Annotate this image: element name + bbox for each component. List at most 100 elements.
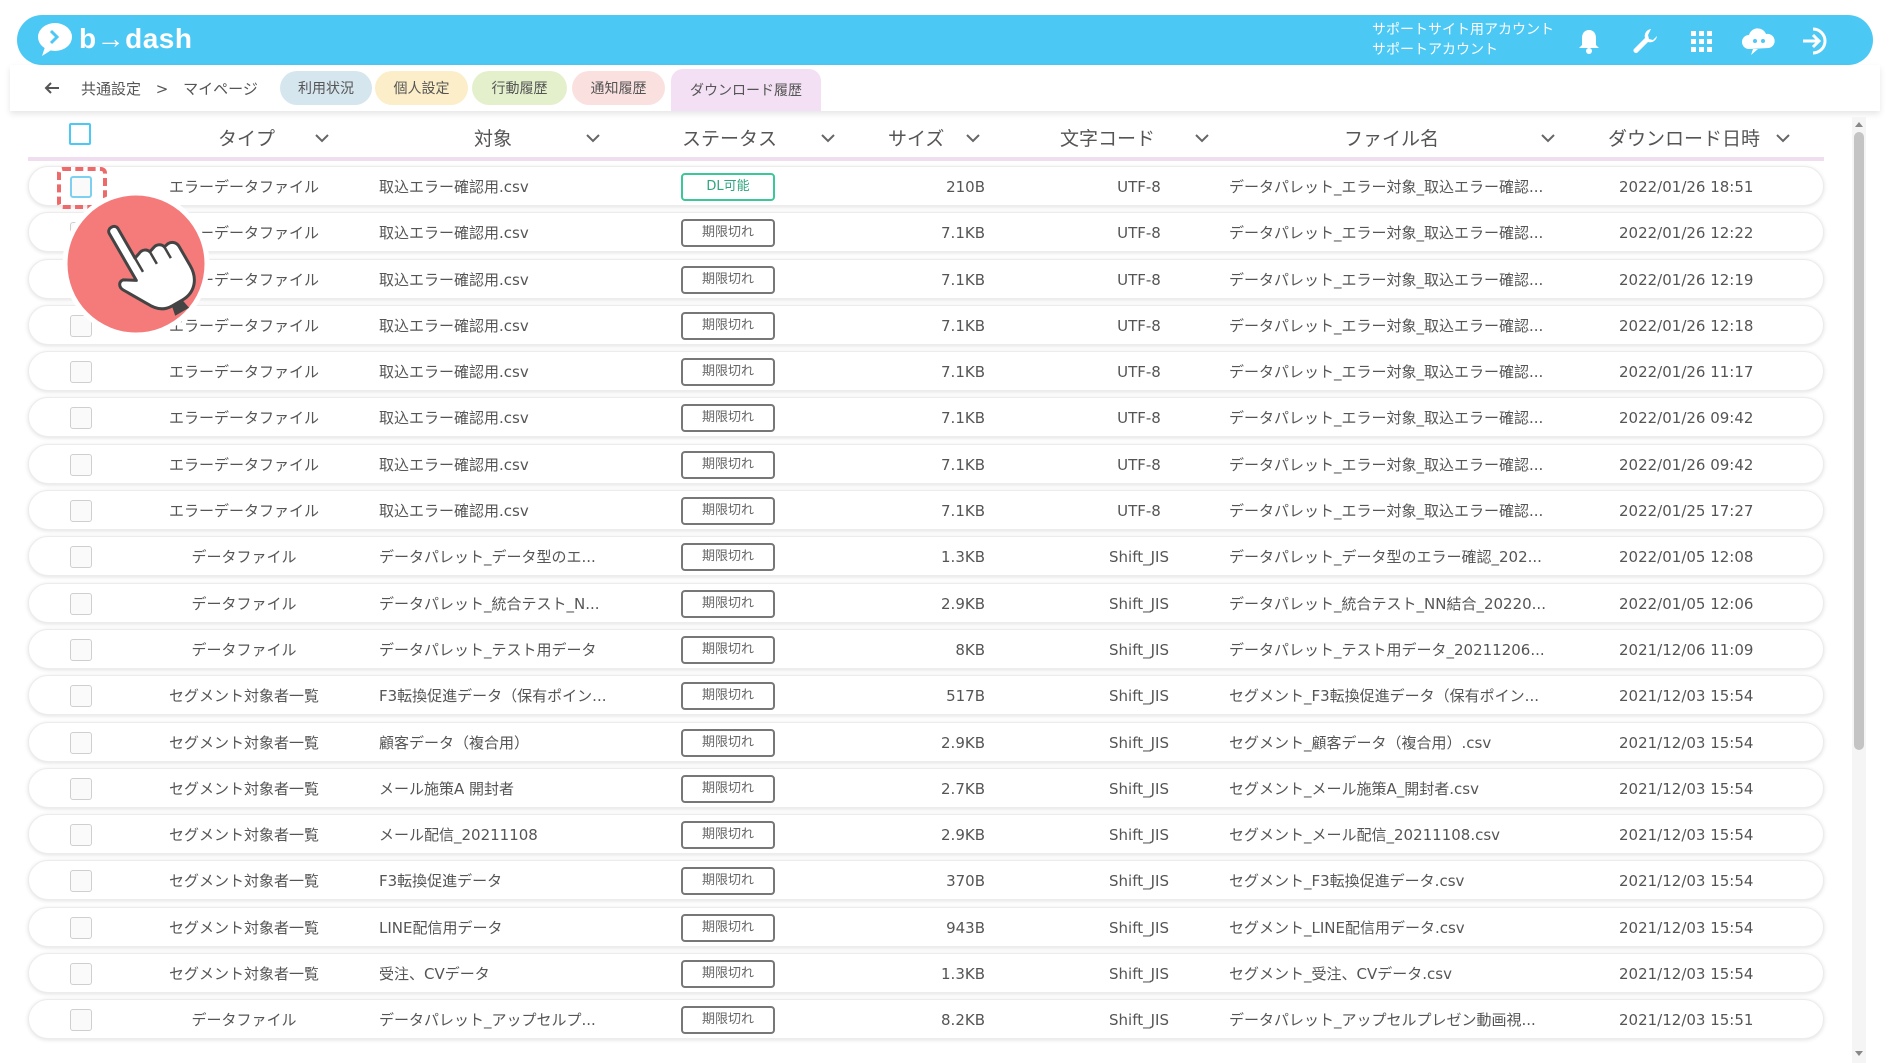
table-row[interactable]: セグメント対象者一覧 F3転換促進データ 期限切れ 370B Shift_JIS セグメン… [28, 860, 1824, 901]
row-checkbox[interactable] [70, 592, 92, 615]
cell-type: セグメント対象者一覧 [168, 918, 319, 937]
sub-header-bar: 共通設定 > マイページ 利用状況 個人設定 行動履歴 通知履歴 ダウンロード履歴 [10, 65, 1880, 111]
table-row[interactable]: エラーデータファイル 取込エラー確認用.csv 期限切れ 7.1KB UTF-8 データパ… [28, 212, 1824, 253]
cell-size: 7.1KB [941, 363, 985, 382]
status-badge: 期限切れ [681, 960, 775, 989]
column-label-status: ステータス [682, 128, 778, 150]
cell-date: 2021/12/06 11:09 [1619, 640, 1754, 659]
cell-encoding: UTF-8 [1117, 455, 1161, 474]
cell-target: 取込エラー確認用.csv [379, 363, 529, 382]
row-checkbox[interactable] [70, 500, 92, 523]
cell-size: 7.1KB [941, 409, 985, 428]
status-badge: 期限切れ [681, 635, 775, 664]
row-checkbox[interactable] [70, 731, 92, 754]
b-dash-logo[interactable]: b→dash [35, 21, 192, 57]
table-row[interactable]: データファイル データパレット_統合テスト_N... 期限切れ 2.9KB Shift_… [28, 582, 1824, 623]
cell-target: 取込エラー確認用.csv [379, 316, 529, 335]
chevron-down-icon [821, 133, 835, 142]
table-row[interactable]: エラーデータファイル 取込エラー確認用.csv DL可能 210B UTF-8 データパレ… [28, 166, 1824, 206]
cell-encoding: Shift_JIS [1109, 687, 1169, 706]
table-row[interactable]: セグメント対象者一覧 メール配信_20211108 期限切れ 2.9KB Shift_J… [28, 814, 1824, 855]
tab-4[interactable]: ダウンロード履歴 [671, 69, 821, 111]
column-header-filename[interactable]: ファイル名 [1344, 124, 1557, 151]
grid-icon[interactable] [1685, 25, 1717, 57]
table-row[interactable]: エラーデータファイル 取込エラー確認用.csv 期限切れ 7.1KB UTF-8 データパ… [28, 351, 1824, 392]
support-cloud-icon[interactable] [1741, 25, 1777, 57]
column-header-size[interactable]: サイズ [888, 124, 982, 151]
tab-3[interactable]: 通知履歴 [572, 71, 665, 105]
column-header-target[interactable]: 対象 [474, 124, 602, 151]
cell-date: 2021/12/03 15:54 [1619, 779, 1754, 798]
table-row[interactable]: セグメント対象者一覧 LINE配信用データ 期限切れ 943B Shift_JIS セグメ… [28, 906, 1824, 947]
cell-type: セグメント対象者一覧 [168, 826, 319, 845]
row-checkbox[interactable] [70, 870, 92, 893]
cell-type: セグメント対象者一覧 [168, 687, 319, 706]
cell-date: 2021/12/03 15:54 [1619, 872, 1754, 891]
breadcrumb-root[interactable]: 共通設定 [81, 80, 141, 98]
chevron-down-icon [586, 133, 600, 142]
table-row[interactable]: セグメント対象者一覧 メール施策A 開封者 期限切れ 2.7KB Shift_JIS セグ… [28, 767, 1824, 808]
chevron-down-icon [966, 133, 981, 142]
row-checkbox[interactable] [70, 407, 92, 430]
cell-filename: データパレット_データ型のエラー確認_202... [1229, 548, 1542, 567]
tab-0[interactable]: 利用状況 [280, 71, 372, 105]
cell-size: 210B [946, 178, 985, 196]
table-row[interactable]: データファイル データパレット_アップセルプ... 期限切れ 8.2KB Shift_J… [28, 999, 1824, 1040]
cell-size: 8KB [955, 640, 985, 659]
table-row[interactable]: データファイル データパレット_テスト用データ 期限切れ 8KB Shift_JIS デー… [28, 628, 1824, 669]
status-badge[interactable]: DL可能 [681, 173, 775, 201]
row-checkbox[interactable] [70, 916, 92, 939]
row-checkbox[interactable] [70, 1009, 92, 1032]
scroll-up-arrow-icon[interactable] [1853, 119, 1865, 129]
cell-size: 1.3KB [941, 965, 985, 984]
column-header-encoding[interactable]: 文字コード [1060, 124, 1211, 151]
row-checkbox[interactable] [70, 453, 92, 476]
table-row[interactable]: データファイル データパレット_データ型のエ... 期限切れ 1.3KB Shift_J… [28, 536, 1824, 577]
row-checkbox[interactable] [70, 777, 92, 800]
table-row[interactable]: エラーデータファイル 取込エラー確認用.csv 期限切れ 7.1KB UTF-8 データパ… [28, 397, 1824, 438]
cell-type: データファイル [191, 1011, 297, 1030]
table-row[interactable]: エラーデータファイル 取込エラー確認用.csv 期限切れ 7.1KB UTF-8 データパ… [28, 258, 1824, 299]
cell-encoding: Shift_JIS [1109, 548, 1169, 567]
column-header-type[interactable]: タイプ [218, 124, 331, 151]
account-info[interactable]: サポートサイト用アカウント サポートアカウント [1372, 20, 1554, 60]
cell-target: データパレット_テスト用データ [379, 640, 597, 659]
cell-date: 2022/01/05 12:08 [1619, 548, 1754, 567]
cell-filename: データパレット_統合テスト_NN結合_20220... [1229, 594, 1546, 613]
select-all-checkbox[interactable] [69, 123, 91, 145]
wrench-icon[interactable] [1629, 25, 1661, 57]
row-checkbox[interactable] [70, 546, 92, 569]
cell-filename: セグメント_LINE配信用データ.csv [1229, 918, 1465, 937]
cell-encoding: Shift_JIS [1109, 1011, 1169, 1030]
cell-filename: セグメント_受注、CVデータ.csv [1229, 965, 1452, 984]
table-row[interactable]: エラーデータファイル 取込エラー確認用.csv 期限切れ 7.1KB UTF-8 データパ… [28, 443, 1824, 484]
column-header-date[interactable]: ダウンロード日時 [1608, 124, 1792, 151]
row-checkbox[interactable] [70, 361, 92, 384]
table-row[interactable]: セグメント対象者一覧 顧客データ（複合用） 期限切れ 2.9KB Shift_JIS セグ… [28, 721, 1824, 762]
bell-icon[interactable] [1573, 25, 1605, 57]
tab-2[interactable]: 行動履歴 [472, 71, 567, 105]
table-row[interactable]: エラーデータファイル 取込エラー確認用.csv 期限切れ 7.1KB UTF-8 データパ… [28, 304, 1824, 345]
cell-encoding: UTF-8 [1117, 363, 1161, 382]
cell-type: エラーデータファイル [168, 455, 319, 474]
row-checkbox[interactable] [70, 963, 92, 986]
cell-date: 2021/12/03 15:54 [1619, 733, 1754, 752]
row-checkbox[interactable] [70, 824, 92, 847]
logout-icon[interactable] [1799, 25, 1831, 57]
cell-type: セグメント対象者一覧 [168, 965, 319, 984]
back-arrow-icon[interactable] [40, 76, 64, 100]
scrollbar-thumb[interactable] [1854, 132, 1864, 750]
row-checkbox[interactable] [70, 685, 92, 708]
cell-size: 943B [946, 918, 985, 937]
row-checkbox[interactable] [70, 638, 92, 661]
table-row[interactable]: セグメント対象者一覧 受注、CVデータ 期限切れ 1.3KB Shift_JIS セグメン… [28, 953, 1824, 994]
column-header-status[interactable]: ステータス [682, 124, 837, 151]
cell-encoding: Shift_JIS [1109, 594, 1169, 613]
cell-encoding: UTF-8 [1117, 178, 1161, 196]
scroll-down-arrow-icon[interactable] [1853, 1049, 1865, 1059]
table-row[interactable]: エラーデータファイル 取込エラー確認用.csv 期限切れ 7.1KB UTF-8 データパ… [28, 490, 1824, 531]
table-row[interactable]: セグメント対象者一覧 F3転換促進データ（保有ポイン... 期限切れ 517B Shif… [28, 675, 1824, 716]
cell-encoding: Shift_JIS [1109, 918, 1169, 937]
cell-size: 7.1KB [941, 224, 985, 243]
tab-1[interactable]: 個人設定 [375, 71, 468, 105]
